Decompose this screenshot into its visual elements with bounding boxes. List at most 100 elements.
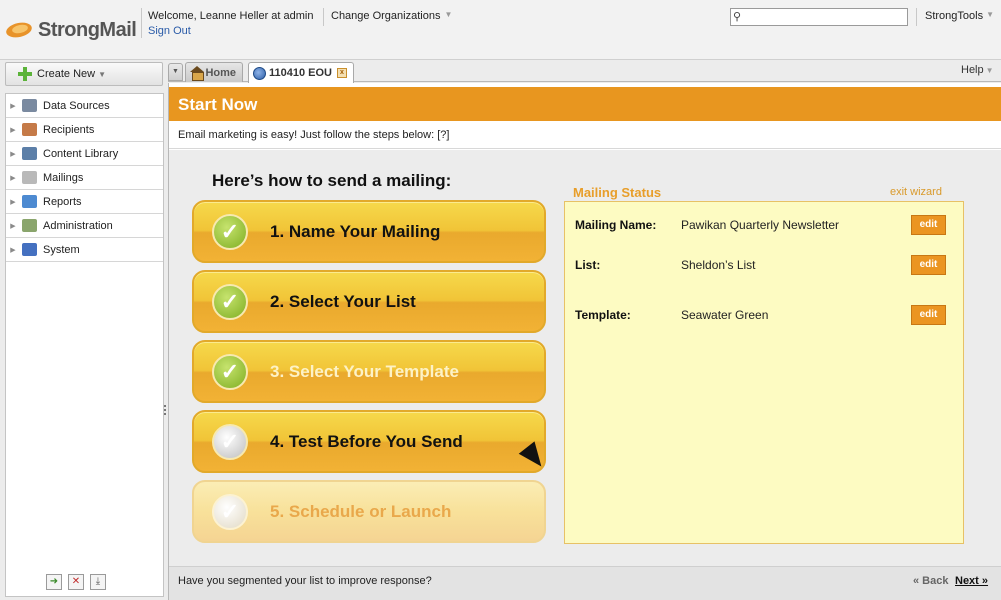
splitter-handle[interactable] (164, 405, 167, 417)
sidebar-item-data-sources[interactable]: ▶ Data Sources (6, 94, 163, 118)
expand-arrow-icon[interactable]: ▶ (8, 198, 18, 206)
create-new-label: Create New (37, 68, 96, 80)
expand-arrow-icon[interactable]: ▶ (8, 150, 18, 158)
tab-mailing-label: 110410 EOU (269, 67, 332, 79)
sidebar-item-mailings[interactable]: ▶ Mailings (6, 166, 163, 190)
sidebar-item-recipients[interactable]: ▶ Recipients (6, 118, 163, 142)
mailing-status-heading: Mailing Status (573, 185, 662, 200)
mailing-status-box: Mailing Name: Pawikan Quarterly Newslett… (564, 201, 964, 544)
chevron-down-icon: ▼ (986, 10, 995, 19)
next-link[interactable]: Next » (955, 575, 988, 587)
tab-home[interactable]: Home (185, 62, 243, 82)
chevron-down-icon: ▼ (98, 69, 106, 79)
sidebar-item-content-library[interactable]: ▶ Content Library (6, 142, 163, 166)
check-icon: ✓ (212, 213, 248, 250)
globe-icon (253, 66, 266, 80)
sidebar-item-label: Recipients (43, 123, 95, 136)
tip-text: Have you segmented your list to improve … (178, 575, 432, 587)
intro-text: Email marketing is easy! Just follow the… (169, 121, 1001, 149)
tab-home-label: Home (205, 66, 236, 79)
edit-button[interactable]: edit (911, 215, 946, 235)
tab-list-menu[interactable]: ▼ (168, 63, 183, 81)
tab-mailing[interactable]: 110410 EOU x (248, 62, 354, 83)
database-icon (22, 99, 37, 112)
status-value: Pawikan Quarterly Newsletter (681, 218, 840, 232)
tab-strip: ▼ Home 110410 EOU x (168, 60, 1001, 83)
strongtools-menu[interactable]: StrongTools ▼ (925, 10, 994, 22)
status-key: Mailing Name: (575, 218, 657, 232)
plus-icon (18, 67, 32, 81)
how-to-heading: Here’s how to send a mailing: (212, 171, 452, 190)
sidebar-item-label: Content Library (43, 147, 119, 160)
sidebar-item-label: Data Sources (43, 99, 110, 112)
home-icon (190, 66, 205, 81)
exit-wizard-link[interactable]: exit wizard (890, 186, 942, 198)
step-schedule-or-launch[interactable]: ✓ 5. Schedule or Launch (192, 480, 546, 543)
header-divider (141, 8, 142, 38)
expand-arrow-icon[interactable]: ▶ (8, 246, 18, 254)
status-value: Seawater Green (681, 308, 769, 322)
chevron-down-icon: ▼ (444, 10, 453, 19)
status-key: Template: (575, 308, 631, 322)
sidebar-item-system[interactable]: ▶ System (6, 238, 163, 262)
close-icon[interactable]: x (337, 68, 347, 78)
page-title: Start Now (178, 95, 258, 114)
expand-arrow-icon[interactable]: ▶ (8, 102, 18, 110)
sidebar-item-label: System (43, 243, 80, 256)
status-row-list: List: Sheldon’s List edit (575, 255, 947, 275)
logo-mark-icon (4, 19, 34, 41)
people-icon (22, 123, 37, 136)
sidebar-item-label: Mailings (43, 171, 84, 184)
help-label: Help (961, 64, 984, 76)
change-organizations-label: Change Organizations (331, 10, 441, 22)
status-key: List: (575, 258, 601, 272)
panel-header: Start Now (169, 87, 1001, 121)
step-label: 1. Name Your Mailing (270, 221, 441, 241)
main-panel: Start Now Email marketing is easy! Just … (168, 83, 1001, 600)
panel-footer: Have you segmented your list to improve … (169, 566, 1001, 600)
edit-button[interactable]: edit (911, 255, 946, 275)
wizard-area: Here’s how to send a mailing: ✓ 1. Name … (169, 150, 1001, 566)
sidebar-item-reports[interactable]: ▶ Reports (6, 190, 163, 214)
help-menu[interactable]: Help ▼ (961, 64, 994, 76)
sidebar-item-label: Administration (43, 219, 113, 232)
check-icon: ✓ (212, 353, 248, 390)
edit-button[interactable]: edit (911, 305, 946, 325)
step-label: 5. Schedule or Launch (270, 501, 452, 521)
step-label: 4. Test Before You Send (270, 431, 463, 451)
gear-icon (22, 219, 37, 232)
sidebar-item-administration[interactable]: ▶ Administration (6, 214, 163, 238)
change-organizations-menu[interactable]: Change Organizations ▼ (331, 10, 452, 22)
back-link[interactable]: « Back (913, 575, 948, 587)
create-new-button[interactable]: Create New ▼ (5, 62, 163, 86)
expand-arrow-icon[interactable]: ▶ (8, 174, 18, 182)
expand-arrow-icon[interactable]: ▶ (8, 126, 18, 134)
step-select-template[interactable]: ✓ 3. Select Your Template (192, 340, 546, 403)
strongmail-logo[interactable]: StrongMail (4, 15, 137, 45)
step-select-list[interactable]: ✓ 2. Select Your List (192, 270, 546, 333)
sign-out-link[interactable]: Sign Out (148, 25, 191, 37)
import-icon[interactable]: ⤓ (90, 574, 106, 590)
chevron-down-icon: ▼ (985, 66, 994, 75)
search-icon[interactable]: ⚲ (733, 10, 741, 23)
step-name-mailing[interactable]: ✓ 1. Name Your Mailing (192, 200, 546, 263)
check-icon: ✓ (212, 283, 248, 320)
export-icon[interactable]: ➜ (46, 574, 62, 590)
search-input[interactable] (751, 10, 901, 24)
step-test-before-send[interactable]: ✓ 4. Test Before You Send (192, 410, 546, 473)
header-divider (323, 8, 324, 26)
strongtools-label: StrongTools (925, 10, 984, 22)
chart-icon (22, 195, 37, 208)
computer-icon (22, 243, 37, 256)
delete-icon[interactable]: ✕ (68, 574, 84, 590)
status-row-template: Template: Seawater Green edit (575, 305, 947, 325)
sidebar-footer-tools: ➜ ✕ ⤓ (46, 574, 106, 590)
check-icon: ✓ (212, 493, 248, 530)
step-label: 3. Select Your Template (270, 361, 459, 381)
sidebar: ▶ Data Sources ▶ Recipients ▶ Content Li… (5, 93, 164, 597)
envelope-icon (22, 171, 37, 184)
status-value: Sheldon’s List (681, 258, 756, 272)
sidebar-item-label: Reports (43, 195, 82, 208)
search-box[interactable]: ⚲ (730, 8, 908, 26)
expand-arrow-icon[interactable]: ▶ (8, 222, 18, 230)
